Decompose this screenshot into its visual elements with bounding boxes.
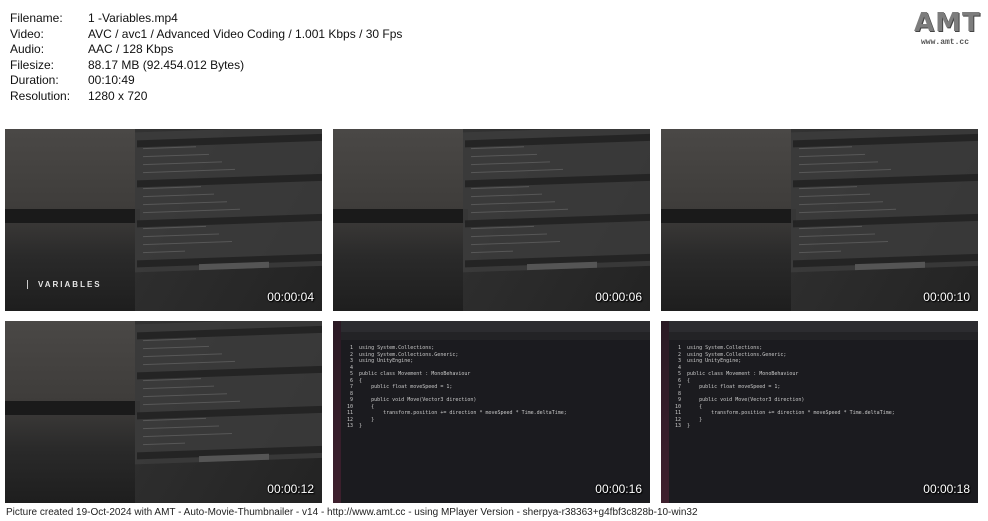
video-title-overlay: VARIABLES (27, 280, 102, 289)
meta-value: 88.17 MB (92.454.012 Bytes) (88, 57, 245, 72)
meta-value: 1280 x 720 (88, 88, 148, 103)
code-snippet: 1 using System.Collections; 2 using Syst… (675, 345, 895, 429)
meta-row: Video: AVC / avc1 / Advanced Video Coding… (10, 27, 402, 43)
footer-caption: Picture created 19-Oct-2024 with AMT - A… (6, 507, 698, 518)
meta-value: 00:10:49 (88, 73, 135, 87)
timestamp: 00:00:16 (595, 482, 642, 496)
meta-row: Filesize: 88.17 MB (92.454.012 Bytes) (10, 58, 402, 74)
thumbnail-2[interactable]: 00:00:06 (333, 129, 650, 311)
thumbnail-6[interactable]: 1 using System.Collections; 2 using Syst… (661, 321, 978, 503)
meta-key: Audio: (10, 42, 45, 56)
meta-value: AVC / avc1 / Advanced Video Coding / 1.0… (88, 26, 403, 41)
amt-logo: AMT www.amt.cc (914, 8, 981, 47)
meta-key: Resolution: (10, 88, 71, 103)
meta-key: Filesize: (10, 57, 55, 72)
meta-row: Audio: AAC / 128 Kbps (10, 42, 402, 58)
timestamp: 00:00:06 (595, 290, 642, 304)
meta-value: 1 -Variables.mp4 (88, 11, 178, 25)
timestamp: 00:00:12 (267, 482, 314, 496)
meta-key: Video: (10, 26, 44, 41)
meta-row: Filename: 1 -Variables.mp4 (10, 11, 402, 27)
timestamp: 00:00:18 (923, 482, 970, 496)
thumbnail-1[interactable]: VARIABLES 00:00:04 (5, 129, 322, 311)
thumbnail-3[interactable]: 00:00:10 (661, 129, 978, 311)
thumbnail-5[interactable]: 1 using System.Collections; 2 using Syst… (333, 321, 650, 503)
timestamp: 00:00:10 (923, 290, 970, 304)
logo-title: AMT (914, 8, 981, 38)
meta-key: Filename: (10, 11, 63, 25)
code-snippet: 1 using System.Collections; 2 using Syst… (347, 345, 567, 429)
logo-url: www.amt.cc (920, 38, 969, 47)
meta-row: Duration: 00:10:49 (10, 73, 402, 89)
meta-key: Duration: (10, 73, 59, 87)
meta-row: Resolution: 1280 x 720 (10, 89, 402, 105)
timestamp: 00:00:04 (267, 290, 314, 304)
file-metadata: Filename: 1 -Variables.mp4 Video: AVC / avc… (10, 11, 402, 104)
meta-value: AAC / 128 Kbps (88, 42, 174, 56)
thumbnail-4[interactable]: 00:00:12 (5, 321, 322, 503)
